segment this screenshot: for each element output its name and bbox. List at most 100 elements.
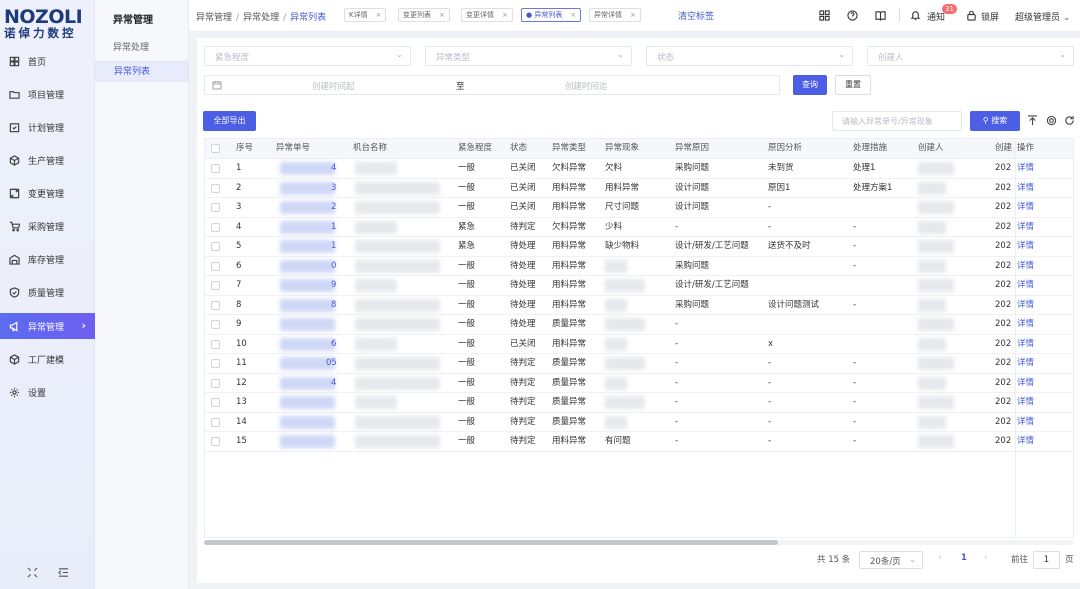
detail-link[interactable]: 详情: [1017, 218, 1034, 237]
detail-link[interactable]: 详情: [1017, 315, 1034, 334]
row-checkbox[interactable]: [211, 339, 220, 349]
sidebar-item[interactable]: 设置: [0, 379, 95, 405]
detail-link[interactable]: 详情: [1017, 393, 1034, 412]
row-checkbox[interactable]: [211, 300, 220, 310]
detail-link[interactable]: 详情: [1017, 354, 1034, 373]
collapse-menu-icon[interactable]: [57, 567, 69, 581]
page-number[interactable]: 1: [961, 553, 967, 563]
detail-link[interactable]: 详情: [1017, 335, 1034, 354]
book-icon[interactable]: [875, 10, 886, 21]
search-input[interactable]: 请输入异常单号/异常现象: [832, 111, 962, 131]
detail-link[interactable]: 详情: [1017, 374, 1034, 393]
exception-id[interactable]: 1: [331, 218, 336, 237]
creator-select[interactable]: 创建人 ⌄: [867, 46, 1074, 66]
tab-tag-active[interactable]: ● 异常列表 ×: [521, 8, 582, 22]
close-icon[interactable]: ×: [376, 11, 382, 19]
row-checkbox[interactable]: [211, 183, 220, 193]
sidebar-item[interactable]: 质量管理: [0, 279, 95, 305]
query-button[interactable]: 查询: [793, 75, 827, 95]
close-icon[interactable]: ×: [502, 11, 508, 19]
expand-icon[interactable]: [27, 567, 38, 581]
settings-icon[interactable]: [1046, 115, 1057, 126]
bell-icon[interactable]: [910, 10, 921, 21]
tab-tag[interactable]: 变更列表 ×: [398, 8, 450, 22]
close-icon[interactable]: ×: [570, 11, 576, 19]
date-start-input[interactable]: 创建时间起: [312, 80, 355, 92]
breadcrumb-item[interactable]: 异常管理: [196, 13, 232, 23]
breadcrumb-item[interactable]: 异常处理: [243, 13, 279, 23]
sidebar-item[interactable]: 项目管理: [0, 81, 95, 107]
row-checkbox[interactable]: [211, 320, 220, 329]
sidebar-item[interactable]: 异常管理 ›: [0, 313, 95, 339]
refresh-icon[interactable]: [1064, 115, 1075, 126]
row-checkbox[interactable]: [211, 378, 220, 388]
close-icon[interactable]: ×: [630, 11, 636, 19]
detail-link[interactable]: 详情: [1017, 413, 1034, 432]
status-select[interactable]: 状态 ⌄: [646, 46, 853, 66]
detail-link[interactable]: 详情: [1017, 159, 1034, 178]
exception-id[interactable]: 9: [331, 276, 336, 295]
row-checkbox[interactable]: [211, 203, 220, 212]
prev-page-button[interactable]: ‹: [938, 553, 941, 563]
exception-id[interactable]: 2: [331, 198, 336, 217]
sidebar-item[interactable]: 生产管理: [0, 147, 95, 173]
tab-tag[interactable]: 变更详情 ×: [461, 8, 513, 22]
row-checkbox[interactable]: [211, 242, 220, 251]
scrollbar-thumb[interactable]: [204, 540, 778, 545]
type-select[interactable]: 异常类型 ⌄: [425, 46, 632, 66]
detail-link[interactable]: 详情: [1017, 296, 1034, 315]
tab-tag[interactable]: 异常详情 ×: [589, 8, 641, 22]
sidebar-item[interactable]: 变更管理: [0, 180, 95, 206]
search-button[interactable]: ⚲ 搜索: [970, 111, 1020, 131]
row-checkbox[interactable]: [211, 398, 220, 407]
detail-link[interactable]: 详情: [1017, 198, 1034, 217]
row-checkbox[interactable]: [211, 417, 220, 427]
grid-icon[interactable]: [819, 10, 830, 21]
exception-id[interactable]: 05: [326, 354, 337, 373]
urgency-select[interactable]: 紧急程度 ⌄: [204, 46, 411, 66]
export-all-button[interactable]: 全部导出: [203, 111, 256, 131]
date-end-input[interactable]: 创建时间迄: [565, 80, 608, 92]
row-checkbox[interactable]: [211, 281, 220, 290]
next-page-button[interactable]: ›: [984, 553, 987, 563]
exception-id[interactable]: 8: [331, 296, 336, 315]
sidebar-item[interactable]: 工厂建模: [0, 346, 95, 372]
detail-link[interactable]: 详情: [1017, 432, 1034, 451]
detail-link[interactable]: 详情: [1017, 179, 1034, 198]
sidebar-item[interactable]: 库存管理: [0, 246, 95, 272]
redacted-id: [280, 279, 335, 292]
exception-id[interactable]: 4: [331, 159, 336, 178]
lock-screen-button[interactable]: 锁屏: [981, 10, 999, 23]
tab-tag[interactable]: K详情 ×: [344, 8, 387, 22]
user-menu[interactable]: 超级管理员 ⌄: [1015, 10, 1070, 23]
clear-tags-button[interactable]: 清空标签: [678, 9, 714, 22]
subnav-item-exception-list[interactable]: 异常列表: [95, 61, 188, 82]
page-size-select[interactable]: 20条/页 ⌄: [859, 551, 923, 569]
row-checkbox[interactable]: [211, 437, 220, 446]
reset-button[interactable]: 重置: [835, 75, 871, 95]
horizontal-scrollbar[interactable]: [204, 540, 1074, 545]
goto-page-input[interactable]: 1: [1033, 551, 1060, 569]
row-checkbox[interactable]: [211, 359, 220, 368]
row-checkbox[interactable]: [211, 222, 220, 232]
detail-link[interactable]: 详情: [1017, 237, 1034, 256]
row-checkbox[interactable]: [211, 261, 220, 271]
sidebar-item[interactable]: 计划管理: [0, 114, 95, 140]
date-range-picker[interactable]: 创建时间起 至 创建时间迄: [204, 75, 780, 95]
exception-id[interactable]: 3: [331, 179, 336, 198]
sidebar-item[interactable]: 首页: [0, 48, 95, 74]
exception-id[interactable]: 1: [331, 237, 336, 256]
exception-id[interactable]: 0: [331, 257, 336, 276]
close-icon[interactable]: ×: [439, 11, 445, 19]
detail-link[interactable]: 详情: [1017, 276, 1034, 295]
exception-id[interactable]: 6: [331, 335, 336, 354]
exception-id[interactable]: 4: [331, 374, 336, 393]
detail-link[interactable]: 详情: [1017, 257, 1034, 276]
lock-icon[interactable]: [966, 10, 977, 21]
export-icon[interactable]: [1027, 115, 1038, 126]
sidebar-item[interactable]: 采购管理: [0, 213, 95, 239]
subnav-item-exception-handling[interactable]: 异常处理: [95, 38, 188, 59]
row-checkbox[interactable]: [211, 164, 220, 173]
select-all-checkbox[interactable]: [211, 144, 220, 153]
help-icon[interactable]: [847, 10, 858, 21]
